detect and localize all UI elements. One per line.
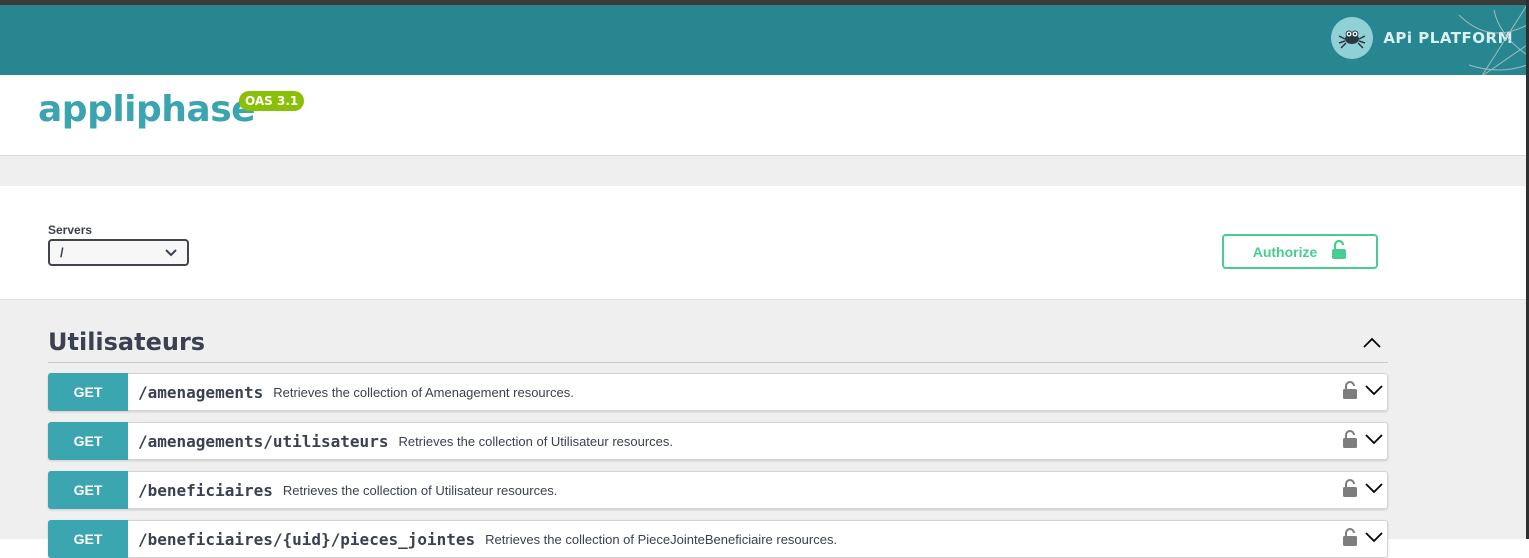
servers-select[interactable]: / — [48, 239, 189, 266]
http-method-badge: GET — [48, 422, 128, 460]
lock-open-icon — [1331, 239, 1347, 263]
chevron-down-icon[interactable] — [1365, 383, 1383, 401]
chevron-up-icon[interactable] — [1360, 330, 1384, 354]
operation-path: /beneficiaires/{uid}/pieces_jointes — [138, 529, 476, 549]
operation-row[interactable]: GET /amenagements/utilisateurs Retrieves… — [48, 422, 1388, 460]
servers-selected-value: / — [60, 245, 64, 260]
lock-icon[interactable] — [1343, 527, 1357, 551]
operation-summary: Retrieves the collection of Amenagement … — [273, 384, 574, 400]
chevron-down-icon[interactable] — [1365, 481, 1383, 499]
operation-summary: Retrieves the collection of Utilisateur … — [398, 433, 674, 449]
brand-text: APi PLATFORM — [1383, 29, 1513, 47]
operation-path: /amenagements — [138, 382, 264, 402]
lock-icon[interactable] — [1343, 478, 1357, 502]
oas-version-badge: OAS 3.1 — [239, 91, 305, 111]
operation-path: /beneficiaires — [138, 480, 273, 500]
lock-icon[interactable] — [1343, 429, 1357, 453]
authorize-button[interactable]: Authorize — [1222, 234, 1378, 269]
operation-row[interactable]: GET /amenagements Retrieves the collecti… — [48, 373, 1388, 411]
top-bar: APi PLATFORM — [0, 5, 1529, 75]
chevron-down-icon — [165, 245, 177, 260]
operation-summary: Retrieves the collection of Utilisateur … — [282, 482, 558, 498]
info-section: appliphase OAS 3.1 — [0, 75, 1529, 156]
section-gap — [0, 156, 1529, 186]
lock-icon[interactable] — [1343, 380, 1357, 404]
scheme-container: Servers / Authorize — [0, 186, 1529, 300]
authorize-label: Authorize — [1252, 243, 1318, 260]
operation-path: /amenagements/utilisateurs — [138, 431, 389, 451]
http-method-badge: GET — [48, 471, 128, 509]
operation-row[interactable]: GET /beneficiaires/{uid}/pieces_jointes … — [48, 520, 1388, 558]
operation-summary: Retrieves the collection of PieceJointeB… — [485, 531, 838, 547]
api-platform-brand[interactable]: APi PLATFORM — [1331, 17, 1513, 59]
tag-title: Utilisateurs — [48, 328, 206, 356]
chevron-down-icon[interactable] — [1365, 432, 1383, 450]
api-title: appliphase — [38, 89, 256, 130]
http-method-badge: GET — [48, 373, 128, 411]
servers-label: Servers — [48, 223, 93, 237]
chevron-down-icon[interactable] — [1365, 530, 1383, 548]
operations-content: Utilisateurs GET /amenagements Retrieves… — [0, 300, 1529, 558]
spider-logo-icon — [1331, 17, 1374, 59]
tag-section-header[interactable]: Utilisateurs — [48, 322, 1388, 363]
operation-row[interactable]: GET /beneficiaires Retrieves the collect… — [48, 471, 1388, 509]
http-method-badge: GET — [48, 520, 128, 558]
